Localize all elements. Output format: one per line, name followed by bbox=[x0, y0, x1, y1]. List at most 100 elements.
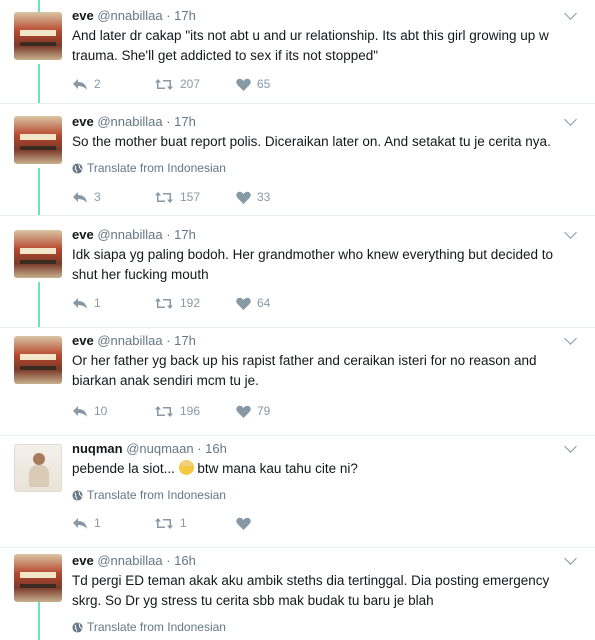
avatar[interactable] bbox=[14, 12, 62, 60]
tweet[interactable]: eve @nnabillaa · 17h And later dr cakap … bbox=[0, 0, 595, 104]
avatar[interactable] bbox=[14, 444, 62, 492]
timestamp[interactable]: · 17h bbox=[166, 8, 196, 23]
reply-count: 10 bbox=[94, 404, 108, 418]
reply-count: 1 bbox=[94, 296, 101, 310]
chevron-down-icon[interactable] bbox=[564, 113, 577, 126]
translate-label: Translate from Indonesian bbox=[87, 620, 226, 634]
timestamp[interactable]: · 17h bbox=[166, 114, 196, 129]
like-count: 65 bbox=[257, 77, 271, 91]
avatar[interactable] bbox=[14, 336, 62, 384]
display-name[interactable]: eve bbox=[72, 227, 94, 242]
username[interactable]: @nnabillaa bbox=[97, 8, 162, 23]
like-button[interactable]: 65 bbox=[236, 77, 296, 91]
reply-icon bbox=[73, 297, 87, 309]
retweet-icon bbox=[155, 191, 173, 203]
timestamp[interactable]: · 16h bbox=[166, 553, 196, 568]
tweet[interactable]: nuqman @nuqmaan · 16h pebende la siot...… bbox=[0, 436, 595, 548]
tweet-text: Or her father yg back up his rapist fath… bbox=[72, 353, 537, 388]
globe-icon bbox=[72, 489, 83, 501]
tweet-text: So the mother buat report polis. Dicerai… bbox=[72, 134, 551, 149]
tweet-text: Td pergi ED teman akak aku ambik steths … bbox=[72, 573, 550, 608]
tweet-actions: 2 207 65 bbox=[72, 77, 296, 91]
like-count: 64 bbox=[257, 296, 271, 310]
translate-link[interactable]: Translate from Indonesian bbox=[72, 161, 226, 175]
retweet-button[interactable]: 192 bbox=[154, 296, 236, 310]
tweet[interactable]: eve @nnabillaa · 16h Td pergi ED teman a… bbox=[0, 548, 595, 640]
like-button[interactable]: 33 bbox=[236, 190, 296, 204]
reply-count: 2 bbox=[94, 77, 101, 91]
display-name[interactable]: eve bbox=[72, 553, 94, 568]
username[interactable]: @nuqmaan bbox=[126, 441, 193, 456]
timestamp[interactable]: · 17h bbox=[166, 227, 196, 242]
retweet-icon bbox=[155, 517, 173, 529]
tweet-header: eve @nnabillaa · 17h bbox=[72, 227, 196, 242]
reply-button[interactable]: 1 bbox=[72, 516, 154, 530]
retweet-icon bbox=[155, 78, 173, 90]
retweet-count: 192 bbox=[180, 296, 201, 310]
username[interactable]: @nnabillaa bbox=[97, 227, 162, 242]
retweet-icon bbox=[155, 297, 173, 309]
person-blond-hair-emoji-icon bbox=[178, 460, 194, 475]
like-count: 79 bbox=[257, 404, 271, 418]
like-button[interactable]: 79 bbox=[236, 404, 296, 418]
retweet-button[interactable]: 196 bbox=[154, 404, 236, 418]
username[interactable]: @nnabillaa bbox=[97, 114, 162, 129]
reply-icon bbox=[73, 405, 87, 417]
tweet-actions: 1 1 bbox=[72, 516, 296, 530]
heart-icon bbox=[236, 405, 251, 418]
translate-link[interactable]: Translate from Indonesian bbox=[72, 620, 226, 634]
chevron-down-icon[interactable] bbox=[564, 7, 577, 20]
retweet-count: 157 bbox=[180, 190, 201, 204]
tweet-header: eve @nnabillaa · 17h bbox=[72, 8, 196, 23]
reply-count: 3 bbox=[94, 190, 101, 204]
reply-button[interactable]: 2 bbox=[72, 77, 154, 91]
tweet-actions: 3 157 33 bbox=[72, 190, 296, 204]
tweet-header: nuqman @nuqmaan · 16h bbox=[72, 441, 227, 456]
tweet[interactable]: eve @nnabillaa · 17h So the mother buat … bbox=[0, 104, 595, 216]
like-button[interactable] bbox=[236, 517, 296, 530]
heart-icon bbox=[236, 78, 251, 91]
retweet-button[interactable]: 1 bbox=[154, 516, 236, 530]
retweet-button[interactable]: 207 bbox=[154, 77, 236, 91]
chevron-down-icon[interactable] bbox=[564, 332, 577, 345]
translate-label: Translate from Indonesian bbox=[87, 488, 226, 502]
like-count: 33 bbox=[257, 190, 271, 204]
tweet-actions: 10 196 79 bbox=[72, 404, 296, 418]
username[interactable]: @nnabillaa bbox=[97, 553, 162, 568]
avatar[interactable] bbox=[14, 116, 62, 164]
reply-button[interactable]: 3 bbox=[72, 190, 154, 204]
heart-icon bbox=[236, 297, 251, 310]
tweet-text-part: btw mana kau tahu cite ni? bbox=[193, 461, 358, 476]
username[interactable]: @nnabillaa bbox=[97, 333, 162, 348]
display-name[interactable]: nuqman bbox=[72, 441, 123, 456]
tweet[interactable]: eve @nnabillaa · 17h Or her father yg ba… bbox=[0, 328, 595, 436]
globe-icon bbox=[72, 621, 83, 633]
avatar[interactable] bbox=[14, 554, 62, 602]
display-name[interactable]: eve bbox=[72, 333, 94, 348]
like-button[interactable]: 64 bbox=[236, 296, 296, 310]
tweet-text-part: pebende la siot... bbox=[72, 461, 179, 476]
reply-icon bbox=[73, 191, 87, 203]
retweet-count: 207 bbox=[180, 77, 201, 91]
tweet-text: Idk siapa yg paling bodoh. Her grandmoth… bbox=[72, 247, 554, 282]
retweet-icon bbox=[155, 405, 173, 417]
tweet-text: And later dr cakap "its not abt u and ur… bbox=[72, 28, 549, 63]
reply-count: 1 bbox=[94, 516, 101, 530]
chevron-down-icon[interactable] bbox=[564, 226, 577, 239]
chevron-down-icon[interactable] bbox=[564, 440, 577, 453]
timestamp[interactable]: · 17h bbox=[166, 333, 196, 348]
retweet-count: 1 bbox=[180, 516, 187, 530]
chevron-down-icon[interactable] bbox=[564, 552, 577, 565]
display-name[interactable]: eve bbox=[72, 8, 94, 23]
timestamp[interactable]: · 16h bbox=[197, 441, 227, 456]
reply-icon bbox=[73, 517, 87, 529]
avatar[interactable] bbox=[14, 230, 62, 278]
translate-link[interactable]: Translate from Indonesian bbox=[72, 488, 226, 502]
tweet-actions: 1 192 64 bbox=[72, 296, 296, 310]
reply-icon bbox=[73, 78, 87, 90]
display-name[interactable]: eve bbox=[72, 114, 94, 129]
reply-button[interactable]: 10 bbox=[72, 404, 154, 418]
tweet[interactable]: eve @nnabillaa · 17h Idk siapa yg paling… bbox=[0, 216, 595, 328]
retweet-button[interactable]: 157 bbox=[154, 190, 236, 204]
reply-button[interactable]: 1 bbox=[72, 296, 154, 310]
